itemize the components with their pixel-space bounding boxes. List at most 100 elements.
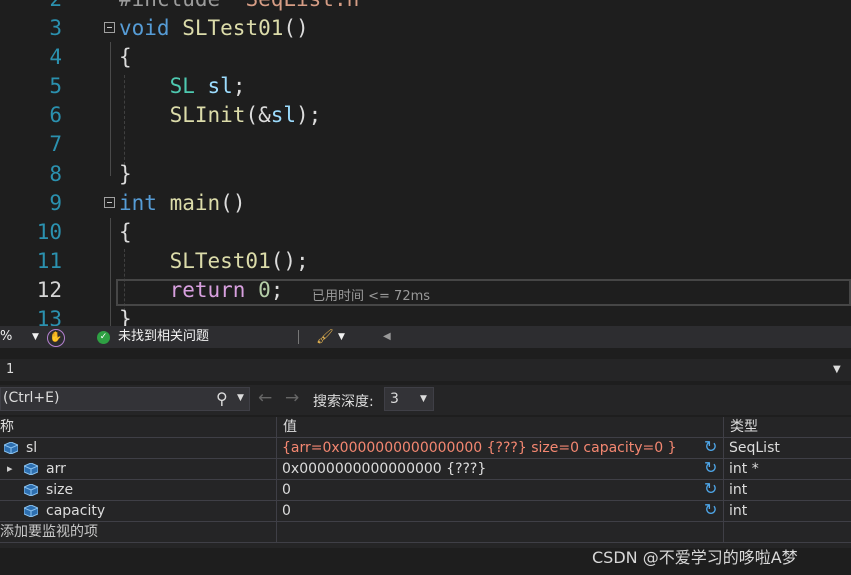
code-token: { — [119, 45, 132, 69]
code-token: sl — [207, 74, 233, 98]
expand-icon[interactable]: ▸ — [7, 459, 13, 479]
search-icon[interactable]: ⚲ — [216, 389, 228, 408]
code-line[interactable]: 7 — [0, 130, 851, 159]
line-number: 10 — [36, 220, 62, 244]
line-number: 8 — [49, 162, 62, 186]
search-input[interactable]: (Ctrl+E) — [3, 390, 59, 406]
code-line[interactable]: 8} — [0, 160, 851, 189]
line-number: 11 — [36, 249, 62, 273]
variable-icon — [24, 505, 38, 517]
brush-dropdown-icon[interactable]: ▼ — [338, 326, 345, 348]
code-text: return 0; — [119, 276, 284, 305]
zoom-level[interactable]: % — [0, 326, 12, 348]
code-line[interactable]: 10 { — [0, 218, 851, 247]
watch-type: int — [729, 503, 748, 519]
search-dropdown-icon[interactable]: ▼ — [237, 393, 244, 403]
code-line[interactable]: 13} — [0, 305, 851, 326]
separator — [298, 330, 299, 344]
search-box[interactable]: (Ctrl+E) ⚲ ▼ — [0, 387, 250, 411]
code-token: } — [119, 307, 132, 326]
code-line[interactable]: 9 int main() — [0, 189, 851, 218]
code-token: sl — [270, 103, 297, 127]
watch-value-cell[interactable]: 0 — [278, 501, 724, 521]
code-line[interactable]: 4{ — [0, 43, 851, 72]
code-token: } — [119, 162, 132, 186]
search-forward-icon[interactable]: → — [285, 388, 299, 408]
editor-status-strip: % ▼ ✋ ✓ 未找到相关问题 🖌 ▼ ◀ — [0, 326, 851, 348]
watch-name-cell[interactable]: capacity — [0, 501, 277, 521]
watch-row[interactable]: capacity 0 ↻ int — [0, 501, 851, 522]
refresh-icon[interactable]: ↻ — [704, 460, 720, 476]
code-token: return — [169, 278, 246, 302]
refresh-icon[interactable]: ↻ — [704, 439, 720, 455]
scroll-left-icon[interactable]: ◀ — [383, 326, 391, 348]
watch-panel-title: 1 ▼ — [0, 359, 851, 381]
watermark: CSDN @不爱学习的哆啦A梦 — [592, 548, 798, 567]
header-value[interactable]: 值 — [278, 417, 724, 437]
watch-row[interactable]: sl {arr=0x0000000000000000 {???} size=0 c… — [0, 438, 851, 459]
watch-name-cell[interactable]: size — [0, 480, 277, 500]
watch-name-cell[interactable]: sl — [0, 438, 277, 458]
check-icon: ✓ — [97, 331, 110, 344]
watch-value-cell[interactable]: 0x0000000000000000 {???} — [278, 459, 724, 479]
refresh-icon[interactable]: ↻ — [704, 502, 720, 518]
watch-type-cell: int — [725, 480, 851, 500]
watch-value-cell[interactable]: {arr=0x0000000000000000 {???} size=0 cap… — [278, 438, 724, 458]
search-back-icon[interactable]: ← — [258, 388, 272, 408]
watch-toolbar: (Ctrl+E) ⚲ ▼ ← → 搜索深度: 3 ▼ — [0, 385, 851, 415]
line-number: 6 — [49, 103, 62, 127]
watch-value: 0 — [282, 482, 291, 498]
code-line[interactable]: 5 SL sl; — [0, 72, 851, 101]
code-token: ; — [232, 74, 246, 98]
code-token: () — [283, 16, 309, 40]
code-token: int — [119, 191, 157, 215]
issues-status[interactable]: 未找到相关问题 — [118, 326, 209, 348]
code-text: { — [119, 218, 132, 247]
add-watch-row[interactable]: 添加要监视的项 — [0, 522, 851, 543]
code-line[interactable]: 11 SLTest01(); — [0, 247, 851, 276]
refresh-icon[interactable]: ↻ — [704, 481, 720, 497]
watch-header-row: 称 值 类型 — [0, 417, 851, 438]
code-token: SLInit — [169, 103, 246, 127]
intellicode-icon[interactable]: ✋ — [47, 329, 65, 347]
watch-name-cell[interactable]: ▸ arr — [0, 459, 277, 479]
zoom-dropdown-icon[interactable]: ▼ — [32, 326, 39, 348]
watch-row[interactable]: ▸ arr 0x0000000000000000 {???} ↻ int * — [0, 459, 851, 480]
watch-value: 0x0000000000000000 {???} — [282, 461, 487, 477]
watch-name: capacity — [46, 503, 106, 519]
depth-dropdown-icon[interactable]: ▼ — [420, 394, 427, 404]
line-number: 7 — [49, 132, 62, 156]
watch-name: sl — [26, 440, 38, 456]
watch-name: size — [46, 482, 74, 498]
variable-icon — [4, 442, 18, 454]
header-type[interactable]: 类型 — [725, 417, 851, 437]
code-token: () — [220, 191, 246, 215]
cleanup-brush-icon[interactable]: 🖌 — [316, 326, 334, 348]
code-line[interactable]: 2 #include "SeqList.h" — [0, 0, 851, 14]
code-token: SLTest01 — [169, 249, 271, 273]
code-token: ); — [296, 103, 322, 127]
variable-icon — [24, 463, 38, 475]
panel-menu-icon[interactable]: ▼ — [833, 359, 841, 381]
watch-value-cell[interactable]: 0 — [278, 480, 724, 500]
add-watch-input[interactable]: 添加要监视的项 — [0, 522, 277, 542]
code-editor[interactable]: 2#include "SeqList.h"3void SLTest01()4{5… — [0, 0, 851, 326]
code-text: SLInit(&sl); — [119, 101, 322, 130]
collapse-icon[interactable] — [104, 22, 115, 33]
watch-value: 0 — [282, 503, 291, 519]
search-depth-select[interactable]: 3 ▼ — [384, 387, 434, 411]
header-type-text: 类型 — [730, 419, 758, 435]
header-name[interactable]: 称 — [0, 417, 277, 437]
code-text: { — [119, 43, 132, 72]
code-text: } — [119, 160, 132, 189]
watch-row[interactable]: size 0 ↻ int — [0, 480, 851, 501]
code-line[interactable]: 6 SLInit(&sl); — [0, 101, 851, 130]
code-line[interactable]: 3 void SLTest01() — [0, 14, 851, 43]
collapse-icon[interactable] — [104, 197, 115, 208]
variable-icon — [24, 484, 38, 496]
